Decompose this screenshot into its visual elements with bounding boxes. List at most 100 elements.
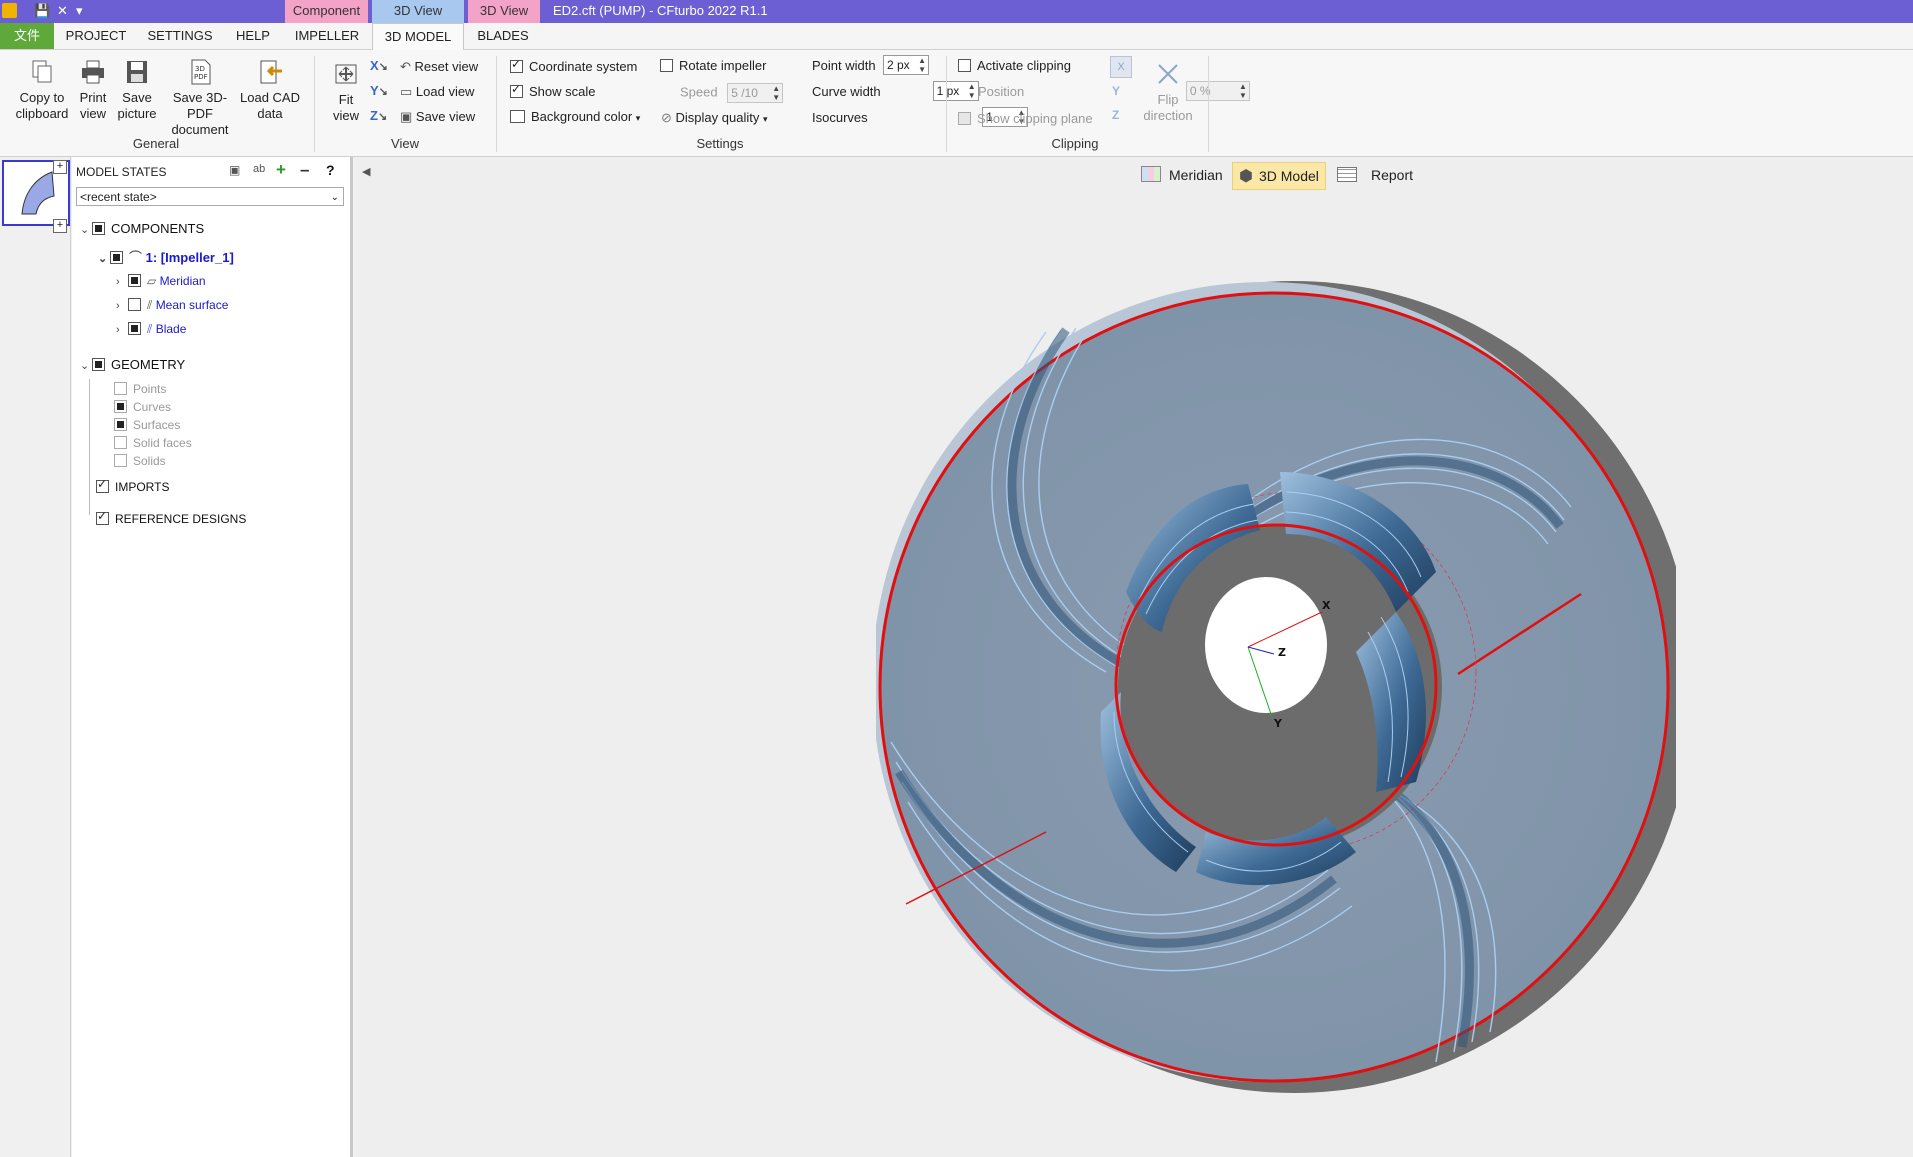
tab-3d-model-view[interactable]: ⬢ 3D Model	[1232, 162, 1326, 190]
checkbox-unchecked-icon[interactable]	[114, 454, 127, 467]
tab-3d-model[interactable]: 3D MODEL	[372, 23, 464, 50]
spinner-arrows-icon: ▲ ▼	[772, 84, 781, 102]
save-picture-button[interactable]: Save picture	[114, 58, 160, 122]
add-icon[interactable]: +	[53, 160, 67, 174]
chevron-down-icon: ⌄	[330, 192, 339, 203]
chevron-down-icon: ⌄	[80, 224, 90, 236]
point-width-spinner[interactable]: 2 px ▲ ▼	[883, 55, 929, 75]
save-icon[interactable]: 💾	[34, 3, 50, 19]
fit-view-button[interactable]: Fit view	[326, 60, 366, 124]
checkbox-partial-icon[interactable]	[128, 322, 141, 335]
load-cad-data-button[interactable]: Load CAD data	[240, 58, 300, 122]
checkbox-partial-icon[interactable]	[114, 418, 127, 431]
checkbox-checked-icon[interactable]	[96, 509, 109, 525]
rename-icon[interactable]: ab	[253, 163, 265, 175]
coordinate-system-label: Coordinate system	[529, 59, 638, 74]
context-tab-3d-view-2[interactable]: 3D View	[468, 0, 540, 23]
copy-to-clipboard-button[interactable]: Copy to clipboard	[10, 58, 74, 122]
save-3d-pdf-button[interactable]: 3D PDF Save 3D-PDF document	[160, 58, 240, 138]
tree-node-components[interactable]: ⌄ COMPONENTS	[80, 221, 204, 236]
tree-node-reference-designs[interactable]: REFERENCE DESIGNS	[96, 509, 246, 526]
collapse-panel-icon[interactable]: ◀	[362, 165, 370, 178]
tree-node-blade[interactable]: › ⫽ Blade	[116, 322, 186, 337]
menu-tab-row: 文件 PROJECT SETTINGS HELP IMPELLER 3D MOD…	[0, 23, 1913, 50]
add-icon[interactable]: +	[276, 160, 286, 180]
dropdown-icon[interactable]: ▾	[76, 3, 83, 19]
tree-node-geometry[interactable]: ⌄ GEOMETRY	[80, 357, 185, 372]
clip-x-icon[interactable]: X	[1110, 56, 1132, 78]
tree-node-solids[interactable]: Solids	[114, 454, 166, 468]
impeller-3d-model[interactable]: X Y Z	[876, 272, 1676, 1132]
background-color-dropdown[interactable]: Background color ▾	[510, 109, 640, 124]
tree-node-surfaces[interactable]: Surfaces	[114, 418, 180, 432]
flip-direction-button[interactable]: Flip direction	[1140, 60, 1196, 124]
tab-blades[interactable]: BLADES	[470, 23, 536, 49]
checkbox-partial-icon[interactable]	[92, 222, 105, 235]
show-scale-checkbox[interactable]: Show scale	[510, 82, 596, 99]
speed-value: 5 /10	[731, 86, 758, 100]
tree-node-imports[interactable]: IMPORTS	[96, 477, 169, 494]
show-scale-label: Show scale	[529, 84, 596, 99]
tab-meridian[interactable]: Meridian	[1135, 162, 1229, 188]
model-tree-panel: MODEL STATES ▣ ab + – ? <recent state> ⌄…	[72, 157, 353, 1157]
x-icon[interactable]: ✕	[57, 3, 68, 19]
ribbon-separator	[946, 56, 947, 152]
cube-icon: ⬢	[1239, 168, 1253, 185]
context-tab-3d-view[interactable]: 3D View	[372, 0, 464, 23]
display-quality-dropdown[interactable]: ⊘ Display quality ▾	[661, 110, 768, 126]
tab-help[interactable]: HELP	[228, 23, 278, 49]
print-view-button[interactable]: Print view	[76, 58, 110, 122]
help-icon[interactable]: ?	[326, 162, 335, 178]
checkbox-partial-icon[interactable]	[128, 274, 141, 287]
remove-icon[interactable]: –	[300, 160, 309, 180]
load-view-button[interactable]: ▭ Load view	[400, 84, 474, 100]
tree-node-points[interactable]: Points	[114, 382, 166, 396]
svg-text:3D: 3D	[195, 65, 205, 73]
context-tab-component[interactable]: Component	[285, 0, 368, 23]
checkbox-unchecked-icon[interactable]	[114, 436, 127, 449]
tab-file[interactable]: 文件	[0, 23, 54, 49]
point-width-label: Point width	[812, 58, 876, 73]
rotate-impeller-checkbox[interactable]: Rotate impeller	[660, 58, 766, 73]
x-axis-view-icon[interactable]: X↘	[370, 58, 388, 73]
svg-text:PDF: PDF	[194, 73, 208, 81]
chevron-right-icon: ›	[116, 276, 120, 288]
clip-z-icon[interactable]: Z	[1112, 108, 1119, 122]
clip-y-icon[interactable]: Y	[1112, 84, 1120, 98]
tree-node-meridian[interactable]: › ▱ Meridian	[116, 274, 206, 288]
checkbox-checked-icon[interactable]	[96, 477, 109, 493]
group-label-settings: Settings	[696, 136, 744, 151]
curve-width-spinner[interactable]: 1 px ▲ ▼	[932, 81, 979, 101]
model-state-dropdown[interactable]: <recent state> ⌄	[76, 187, 344, 206]
add-component-icon[interactable]: +	[53, 219, 67, 233]
tree-node-curves[interactable]: Curves	[114, 400, 171, 414]
y-axis-view-icon[interactable]: Y↘	[370, 83, 388, 98]
activate-clipping-checkbox[interactable]: Activate clipping	[958, 58, 1071, 73]
tab-report[interactable]: Report	[1331, 162, 1419, 188]
checkbox-partial-icon[interactable]	[110, 251, 123, 264]
save-icon[interactable]: ▣	[229, 163, 240, 177]
tree-node-impeller[interactable]: ⌄ ⌒ 1: [Impeller_1]	[98, 247, 234, 266]
tree-node-solid-faces[interactable]: Solid faces	[114, 436, 192, 450]
tab-impeller[interactable]: IMPELLER	[286, 23, 368, 49]
show-clipping-plane-checkbox[interactable]: Show clipping plane	[958, 111, 1093, 126]
tree-node-mean-surface[interactable]: › ⫽ Mean surface	[116, 298, 228, 313]
checkbox-partial-icon[interactable]	[114, 400, 127, 413]
tab-settings[interactable]: SETTINGS	[140, 23, 220, 49]
checkbox-checked-icon	[510, 57, 523, 73]
save-picture-label-2: picture	[117, 106, 157, 121]
reset-view-button[interactable]: ↶ Reset view	[400, 59, 478, 75]
save-view-button[interactable]: ▣ Save view	[400, 109, 475, 125]
checkbox-unchecked-icon[interactable]	[128, 298, 141, 311]
speed-spinner[interactable]: 5 /10 ▲ ▼	[727, 83, 784, 103]
coordinate-system-checkbox[interactable]: Coordinate system	[510, 57, 638, 74]
z-axis-view-icon[interactable]: Z↘	[370, 108, 387, 123]
tab-project[interactable]: PROJECT	[60, 23, 132, 49]
cfturbo-logo-icon[interactable]	[2, 3, 17, 18]
hub-bore	[1205, 577, 1327, 713]
surfaces-label: Surfaces	[133, 418, 181, 432]
impeller-icon: ⌒	[129, 250, 146, 265]
checkbox-unchecked-icon[interactable]	[114, 382, 127, 395]
3d-viewport[interactable]: ◀ Meridian ⬢ 3D Model Report X Y Z	[356, 157, 1913, 1157]
checkbox-partial-icon[interactable]	[92, 358, 105, 371]
